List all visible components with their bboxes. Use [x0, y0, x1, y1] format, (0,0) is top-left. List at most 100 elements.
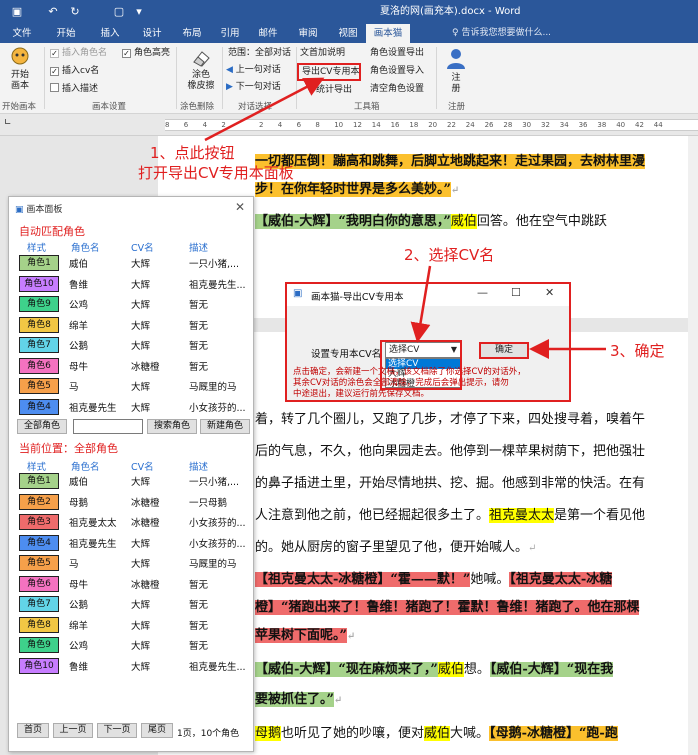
undo-icon[interactable]: ↶: [44, 0, 62, 24]
tab-insert[interactable]: 插入: [90, 24, 130, 43]
first-page-button[interactable]: 首页: [17, 723, 49, 738]
role-row[interactable]: 角色9 公鸡 大辉 暂无: [9, 635, 255, 655]
role-style-swatch[interactable]: 角色2: [19, 493, 59, 510]
role-desc: 一只小猪,...: [189, 477, 240, 488]
ruler-number: 2: [259, 121, 264, 129]
doc-line-1: 一切都压倒！蹦高和跳舞，后脚立地跳起来！走过果园，去树林里漫: [255, 154, 646, 169]
role-style-swatch[interactable]: 角色7: [19, 337, 59, 353]
start-script-button[interactable]: 开始 画本: [8, 70, 32, 92]
tab-review[interactable]: 审阅: [290, 24, 326, 43]
role-row[interactable]: 角色6 母牛 冰糖橙 暂无: [9, 574, 255, 594]
role-row[interactable]: 角色10 鲁维 大辉 祖克曼先生...: [9, 274, 255, 294]
role-settings-export-button[interactable]: 角色设置导出: [370, 46, 424, 61]
role-style-swatch[interactable]: 角色3: [19, 514, 59, 530]
role-settings-import-button[interactable]: 角色设置导入: [370, 64, 424, 79]
doc-line-12: 【威伯-大辉】“现在麻烦来了，”威伯想。【威伯-大辉】“现在我: [255, 662, 614, 677]
role-style-swatch[interactable]: 角色8: [19, 616, 59, 633]
role-style-swatch[interactable]: 角色9: [19, 296, 59, 312]
role-row[interactable]: 角色1 威伯 大辉 一只小猪,...: [9, 471, 255, 491]
tab-layout[interactable]: 布局: [174, 24, 210, 43]
role-style-swatch[interactable]: 角色5: [19, 555, 59, 571]
role-style-swatch[interactable]: 角色7: [19, 596, 59, 612]
header-cv-name: CV名: [131, 243, 154, 254]
role-row[interactable]: 角色9 公鸡 大辉 暂无: [9, 294, 255, 314]
stats-export-button[interactable]: 统计导出: [300, 83, 352, 98]
tab-mailings[interactable]: 邮件: [250, 24, 286, 43]
role-style-swatch[interactable]: 角色10: [19, 657, 59, 674]
role-row[interactable]: 角色5 马 大辉 马厩里的马: [9, 553, 255, 573]
role-row[interactable]: 角色1 威伯 大辉 一只小猪,...: [9, 253, 255, 273]
role-desc: 暂无: [189, 600, 209, 611]
search-role-button[interactable]: 搜索角色: [147, 419, 197, 434]
role-row[interactable]: 角色7 公鹅 大辉 暂无: [9, 335, 255, 355]
role-style-swatch[interactable]: 角色9: [19, 637, 59, 653]
checkbox-icon: ✓: [50, 49, 59, 58]
new-role-button[interactable]: 新建角色: [200, 419, 250, 434]
role-row[interactable]: 角色3 祖克曼太太 冰糖橙 小女孩芬的...: [9, 512, 255, 532]
horizontal-ruler[interactable]: ∟ 8 6 4 2 2 4 6 8 10 12 14 16 18 20 22 24 26 28 30 32 34 36 38…: [0, 114, 698, 136]
role-style-swatch[interactable]: 角色10: [19, 275, 59, 292]
next-dialog-button[interactable]: ▶ 下一句对话: [226, 80, 281, 95]
role-row[interactable]: 角色7 公鹅 大辉 暂无: [9, 594, 255, 614]
range-dropdown[interactable]: 范围：全部对话: [228, 46, 291, 61]
role-style-swatch[interactable]: 角色8: [19, 316, 59, 333]
role-row[interactable]: 角色8 绵羊 大辉 暂无: [9, 615, 255, 635]
role-desc: 祖克曼先生...: [189, 661, 246, 673]
save-icon[interactable]: ▣: [8, 0, 26, 24]
role-row[interactable]: 角色6 母牛 冰糖橙 暂无: [9, 356, 255, 376]
role-row[interactable]: 角色4 祖克曼先生 大辉 小女孩芬的...: [9, 397, 255, 417]
tab-home[interactable]: 开始: [46, 24, 86, 43]
role-highlight-checkbox[interactable]: ✓ 角色高亮: [122, 46, 170, 61]
role-row[interactable]: 角色10 鲁维 大辉 祖克曼先生...: [9, 656, 255, 676]
eraser-icon: [193, 51, 210, 67]
role-style-swatch[interactable]: 角色6: [19, 575, 59, 592]
role-style-swatch[interactable]: 角色4: [19, 398, 59, 415]
all-roles-button[interactable]: 全部角色: [17, 419, 67, 434]
search-role-input[interactable]: [73, 419, 143, 434]
next-page-button[interactable]: 下一页: [97, 723, 137, 738]
role-cv: 大辉: [131, 320, 151, 332]
blank-doc-icon[interactable]: ▢: [110, 0, 128, 24]
role-name: 公鸡: [69, 641, 89, 652]
role-style-swatch[interactable]: 角色4: [19, 534, 59, 551]
vertical-scrollbar[interactable]: [688, 136, 698, 755]
tell-me-search[interactable]: ♀ 告诉我您想要做什么...: [452, 24, 551, 43]
customize-qa-icon[interactable]: ▾: [130, 0, 148, 24]
redo-icon[interactable]: ↻: [66, 0, 84, 24]
role-style-swatch[interactable]: 角色6: [19, 357, 59, 374]
eraser-button[interactable]: 涂色 橡皮擦: [186, 70, 216, 92]
role-style-swatch[interactable]: 角色1: [19, 255, 59, 271]
insert-role-name-checkbox[interactable]: ✓ 插入角色名: [50, 46, 107, 61]
role-style-swatch[interactable]: 角色1: [19, 473, 59, 489]
close-icon[interactable]: ✕: [235, 200, 245, 214]
tab-view[interactable]: 视图: [330, 24, 366, 43]
tab-design[interactable]: 设计: [132, 24, 172, 43]
arrow-left-circle-icon: ◀: [226, 65, 236, 75]
role-name: 母牛: [69, 579, 89, 591]
tab-references[interactable]: 引用: [212, 24, 248, 43]
previous-dialog-button[interactable]: ◀ 上一句对话: [226, 63, 281, 78]
maximize-icon[interactable]: ☐: [511, 286, 521, 299]
tab-file[interactable]: 文件: [4, 24, 40, 43]
add-doc-note-button[interactable]: 文首加说明: [300, 46, 345, 61]
tab-stop-selector[interactable]: ∟: [4, 118, 16, 130]
doc-line-5: 后的气息，不久，他向果园走去。他停到一棵苹果树荫下，把他强壮: [255, 444, 646, 459]
role-cv: 大辉: [131, 279, 151, 291]
ok-button[interactable]: 确定: [479, 342, 529, 359]
insert-description-checkbox[interactable]: 插入描述: [50, 82, 98, 97]
role-row[interactable]: 角色2 母鹅 冰糖橙 一只母鹅: [9, 492, 255, 512]
insert-cv-name-checkbox[interactable]: ✓ 插入cv名: [50, 64, 99, 79]
minimize-icon[interactable]: —: [477, 286, 488, 299]
register-button[interactable]: 注 册: [450, 73, 462, 95]
doc-line-3: 【威伯-大辉】“我明白你的意思，”威伯回答。他在空气中跳跃: [255, 214, 607, 229]
close-icon[interactable]: ✕: [545, 286, 554, 299]
last-page-button[interactable]: 尾页: [141, 723, 173, 738]
role-row[interactable]: 角色5 马 大辉 马厩里的马: [9, 376, 255, 396]
clear-role-settings-button[interactable]: 清空角色设置: [370, 82, 424, 97]
tab-huabenmao[interactable]: 画本猫: [366, 24, 410, 43]
role-cv: 冰糖橙: [131, 518, 160, 529]
role-style-swatch[interactable]: 角色5: [19, 378, 59, 394]
role-row[interactable]: 角色8 绵羊 大辉 暂无: [9, 315, 255, 335]
role-row[interactable]: 角色4 祖克曼先生 大辉 小女孩芬的...: [9, 533, 255, 553]
prev-page-button[interactable]: 上一页: [53, 723, 93, 738]
